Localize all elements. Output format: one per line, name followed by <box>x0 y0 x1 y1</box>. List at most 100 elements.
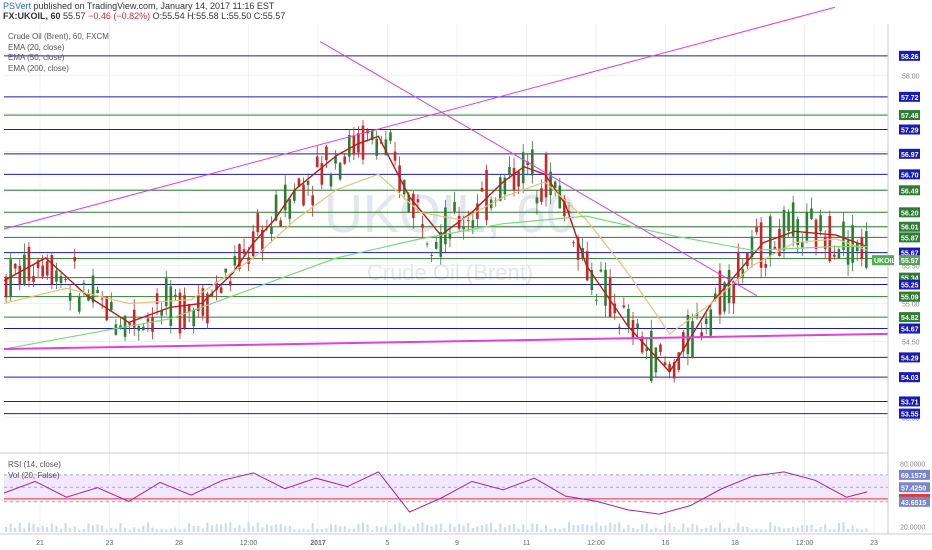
volume-bar <box>201 528 204 532</box>
volume-bar <box>586 524 589 532</box>
price-chart[interactable]: UKOIL, 60 Crude Oil (Brent) 58.0057.5057… <box>0 0 932 550</box>
candle-body <box>55 270 58 282</box>
candle-body <box>219 287 223 294</box>
candle-body <box>782 209 786 251</box>
volume-bar <box>613 524 616 532</box>
volume-bar <box>631 527 634 532</box>
volume-bar <box>700 528 703 532</box>
green-level-label: 55.87 <box>901 235 919 242</box>
volume-bar <box>696 525 699 532</box>
volume-bar <box>128 529 131 532</box>
volume-bar <box>609 522 612 532</box>
candle-body <box>608 277 612 317</box>
blue-level-label: 56.97 <box>901 152 919 159</box>
candle-body <box>192 309 195 327</box>
volume-bar <box>178 529 181 532</box>
candle-body <box>174 294 177 297</box>
volume-bar <box>151 527 154 532</box>
candle-body <box>68 293 72 301</box>
volume-bar <box>778 527 781 532</box>
volume-bar <box>824 524 827 532</box>
volume-bar <box>142 525 145 532</box>
x-tick-label: 16 <box>662 540 670 547</box>
candle-body <box>32 276 35 282</box>
volume-bar <box>37 526 40 532</box>
volume-bar <box>764 529 767 532</box>
volume-bar <box>801 524 804 532</box>
volume-bar <box>691 523 694 532</box>
volume-bar <box>329 523 332 532</box>
volume-bar <box>59 528 62 532</box>
volume-bar <box>229 522 232 532</box>
volume-bar <box>435 524 438 532</box>
volume-bar <box>426 525 429 532</box>
volume-bar <box>156 529 159 532</box>
candle-body <box>178 292 182 334</box>
candle-body <box>82 282 86 285</box>
rsi-pane: 69.157957.425046.361043.651580.000020.00… <box>0 452 930 532</box>
candle-body <box>256 213 260 233</box>
volume-bar <box>339 526 342 532</box>
candle-body <box>851 225 854 263</box>
candle-body <box>512 167 516 191</box>
candle-body <box>755 227 758 233</box>
volume-bar <box>577 525 580 532</box>
candle-body <box>768 216 772 257</box>
candle-body <box>434 241 438 249</box>
candle-body <box>45 261 49 276</box>
green-level-label: 56.49 <box>901 188 919 195</box>
x-tick-label: 18 <box>731 540 739 547</box>
candle-body <box>787 212 790 232</box>
legend-ema50: EMA (50, close) <box>8 53 65 62</box>
volume-bar <box>284 526 287 532</box>
volume-bar <box>837 522 840 532</box>
volume-bar <box>760 529 763 532</box>
volume-bar <box>197 525 200 532</box>
candle-body <box>764 264 767 268</box>
candle-body <box>540 188 543 202</box>
candle-body <box>842 221 845 250</box>
candle-body <box>627 308 630 327</box>
blue-level-label: 56.70 <box>901 172 919 179</box>
candle-body <box>636 323 639 329</box>
candle-body <box>805 211 809 241</box>
volume-bar <box>796 527 799 532</box>
volume-bar <box>233 528 236 532</box>
falling-trendline <box>319 40 758 297</box>
volume-bar <box>430 526 433 532</box>
candle-body <box>146 318 150 322</box>
volume-bar <box>366 524 369 532</box>
candle-body <box>480 187 484 192</box>
candle-body <box>622 305 626 308</box>
candle-body <box>736 252 740 279</box>
volume-bar <box>188 523 191 532</box>
volume-bar <box>783 528 785 532</box>
volume-bar <box>480 524 483 532</box>
volume-bar <box>375 526 378 532</box>
volume-bar <box>677 529 680 532</box>
volume-bar <box>394 524 397 532</box>
candle-body <box>704 318 708 325</box>
volume-bar <box>124 527 127 532</box>
candle-body <box>837 249 841 259</box>
candle-body <box>389 132 392 141</box>
volume-bar <box>755 528 758 532</box>
blue-level-label: 57.72 <box>901 95 919 102</box>
candle-body <box>302 184 305 206</box>
green-level-label: 57.48 <box>901 113 919 120</box>
candle-body <box>96 289 99 294</box>
volume-bar <box>380 527 383 532</box>
volume-bar <box>581 524 584 532</box>
volume-bar <box>590 525 593 532</box>
volume-bar <box>307 529 310 532</box>
volume-bar <box>119 523 122 532</box>
volume-bar <box>636 529 639 532</box>
volume-bar <box>398 522 401 532</box>
volume-bar <box>238 524 241 532</box>
volume-bar <box>535 524 538 532</box>
volume-bar <box>357 523 360 532</box>
volume-bar <box>215 523 218 532</box>
volume-bar <box>14 527 17 532</box>
y-tick-label: 54.50 <box>902 339 920 346</box>
volume-bar <box>815 529 818 532</box>
